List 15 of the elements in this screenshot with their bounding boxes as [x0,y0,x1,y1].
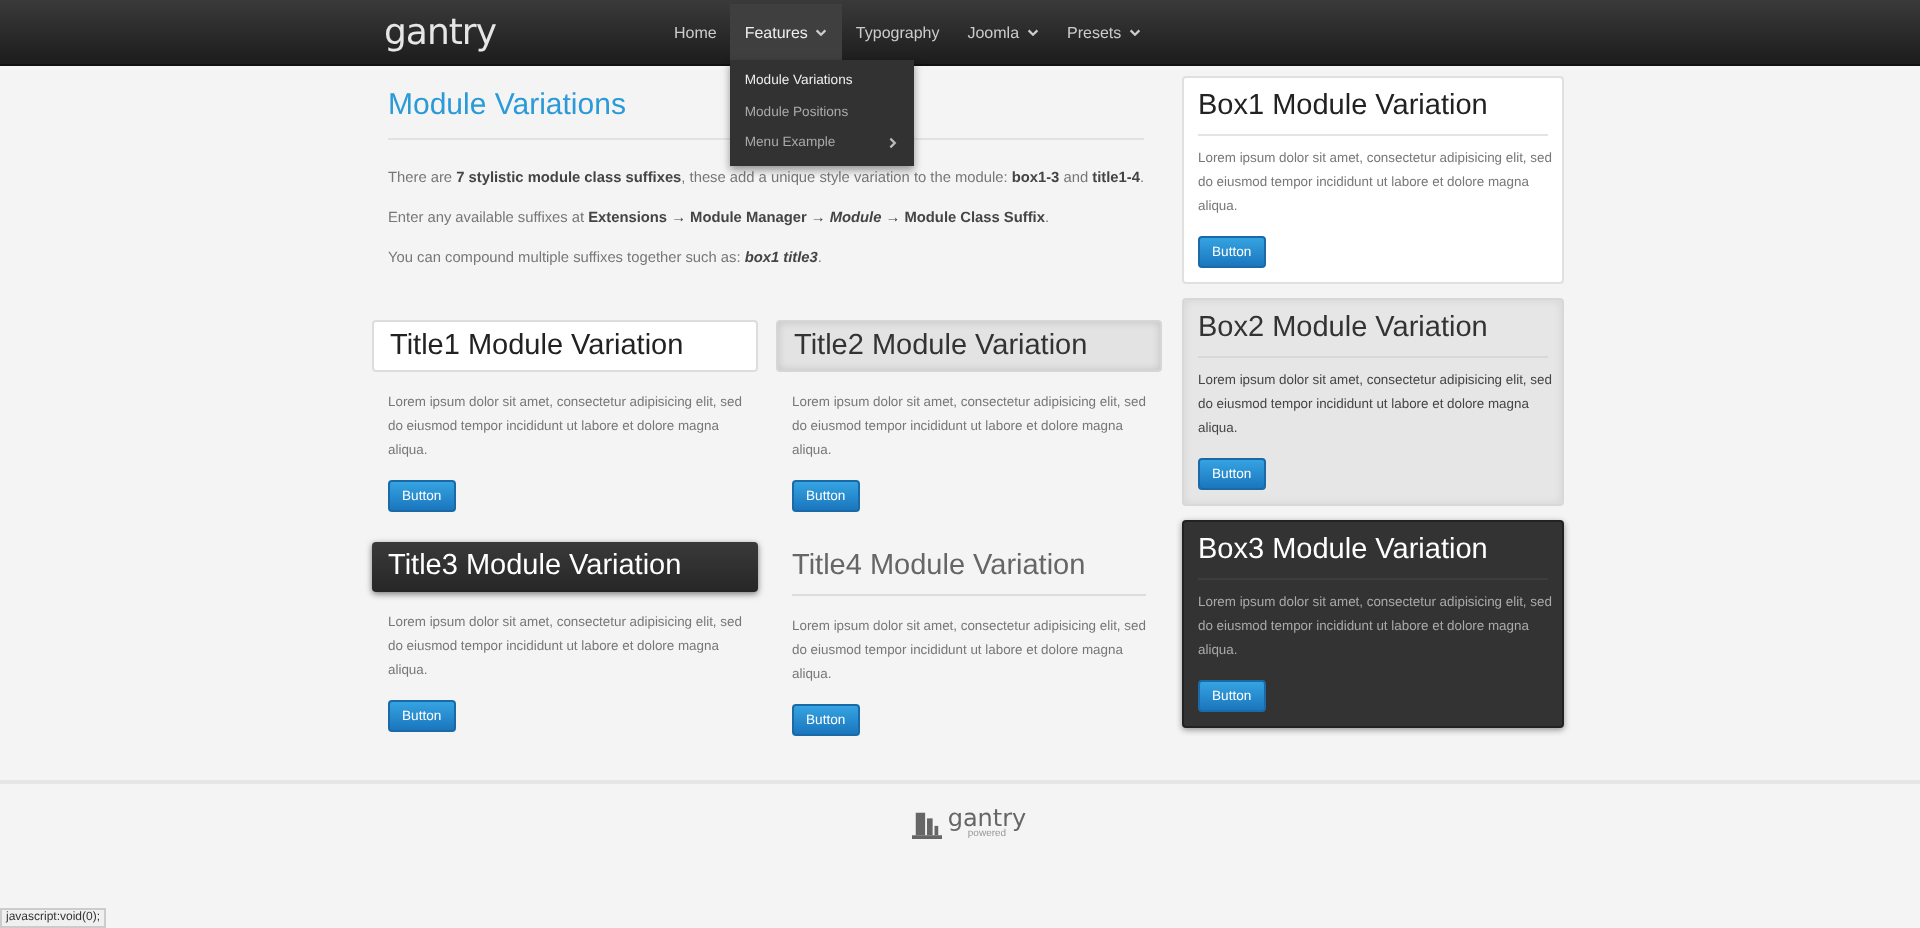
module-title: Box3 Module Variation [1198,534,1548,580]
module-title: Title1 Module Variation [372,320,758,372]
gantry-logo: gantry [947,808,1027,830]
nav-item[interactable]: Joomla [953,4,1054,60]
module-title: Box2 Module Variation [1198,312,1548,358]
module-title: Title2 Module Variation [776,320,1162,372]
gantry-logo[interactable]: gantry [384,11,660,53]
module-title: Title4 Module Variation [792,542,1146,596]
building-icon [911,808,942,840]
nav-item[interactable]: Typography [841,4,954,60]
nav-item[interactable]: Home [660,4,731,60]
module-title: Title3 Module Variation [372,542,758,592]
nav-item[interactable]: Features [730,4,842,60]
module-title: Box1 Module Variation [1198,90,1548,136]
nav-item[interactable]: Presets [1053,4,1156,60]
